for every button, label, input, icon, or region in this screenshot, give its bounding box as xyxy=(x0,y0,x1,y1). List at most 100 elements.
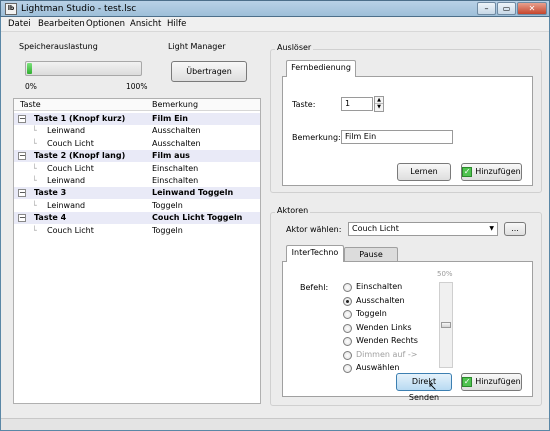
collapse-icon[interactable]: − xyxy=(18,189,26,198)
collapse-icon[interactable]: − xyxy=(18,115,26,123)
tree-cell-bemerkung: Einschalten xyxy=(152,176,199,185)
memory-progress-fill xyxy=(27,63,32,74)
key-tree-list[interactable]: Taste Bemerkung − Taste 1 (Knopf kurz) Fil… xyxy=(13,98,261,404)
memory-progress-bar xyxy=(25,61,142,76)
tree-cell-bemerkung: Ausschalten xyxy=(152,126,201,136)
tree-row-child[interactable]: └ Couch Licht Toggeln xyxy=(14,225,260,237)
tab-fernbedienung[interactable]: Fernbedienung xyxy=(286,60,356,77)
collapse-icon[interactable]: − xyxy=(18,152,26,161)
tree-cell-bemerkung: Couch Licht Toggeln xyxy=(152,213,243,223)
menu-ansicht[interactable]: Ansicht xyxy=(130,18,161,30)
menu-bearbeiten[interactable]: Bearbeiten xyxy=(38,18,85,30)
direkt-senden-button[interactable]: Direkt Senden xyxy=(396,373,452,402)
befehl-label: Befehl: xyxy=(300,283,329,292)
checkmark-icon: ✓ xyxy=(462,376,473,387)
radio-icon[interactable] xyxy=(343,283,352,292)
menu-datei[interactable]: Datei xyxy=(8,18,31,30)
tree-cell-taste: Leinwand xyxy=(47,176,86,185)
tree-cell-taste: Leinwand xyxy=(47,126,86,136)
tree-row-child[interactable]: └ Couch Licht Ausschalten xyxy=(14,138,260,150)
menu-bar: Datei Bearbeiten Optionen Ansicht Hilfe xyxy=(1,17,549,32)
tree-cell-taste: Leinwand xyxy=(47,200,86,210)
tree-row-group[interactable]: − Taste 4 Couch Licht Toggeln xyxy=(14,212,260,225)
close-button[interactable]: ✕ xyxy=(517,2,547,15)
aktoren-hinzufugen-button[interactable]: ✓ Hinzufügen xyxy=(461,373,522,391)
spin-up-icon[interactable]: ▲ xyxy=(375,97,383,104)
menu-optionen[interactable]: Optionen xyxy=(86,18,125,30)
ausloser-hinzufugen-button[interactable]: ✓ Hinzufügen xyxy=(461,163,522,181)
maximize-button[interactable]: ▭ xyxy=(497,2,516,15)
menu-hilfe[interactable]: Hilfe xyxy=(167,18,186,30)
bemerkung-label: Bemerkung: xyxy=(292,133,341,142)
tree-cell-bemerkung: Toggeln xyxy=(152,225,183,235)
tab-pause[interactable]: Pause xyxy=(344,247,398,262)
befehl-option-label: Dimmen auf -> xyxy=(356,349,418,359)
dim-slider[interactable] xyxy=(439,282,453,368)
radio-icon xyxy=(343,350,352,360)
tree-connector-icon: └ xyxy=(32,138,37,148)
aktor-label: Aktor wählen: xyxy=(286,225,342,234)
radio-icon[interactable] xyxy=(343,310,352,319)
tree-cell-taste: Couch Licht xyxy=(47,163,94,173)
ausloser-hinzufugen-label: Hinzufügen xyxy=(475,167,521,176)
tree-connector-icon: └ xyxy=(32,126,37,136)
tree-cell-taste: Taste 2 (Knopf lang) xyxy=(34,151,126,161)
radio-icon[interactable] xyxy=(343,296,352,306)
ubertragen-button[interactable]: Übertragen xyxy=(171,61,247,82)
column-header-bemerkung[interactable]: Bemerkung xyxy=(152,99,198,111)
column-header-taste[interactable]: Taste xyxy=(20,99,41,111)
radio-icon[interactable] xyxy=(343,337,352,346)
befehl-option-label: Einschalten xyxy=(356,282,403,291)
taste-input[interactable]: 1 xyxy=(341,97,373,111)
minimize-button[interactable]: – xyxy=(477,2,496,15)
tree-cell-taste: Couch Licht xyxy=(47,138,94,148)
lernen-button[interactable]: Lernen xyxy=(397,163,451,181)
tree-row-group[interactable]: − Taste 2 (Knopf lang) Film aus xyxy=(14,150,260,163)
tree-connector-icon: └ xyxy=(32,176,37,185)
tree-row-child[interactable]: └ Leinwand Einschalten xyxy=(14,175,260,187)
tree-cell-taste: Taste 3 xyxy=(34,188,67,198)
tree-row-child[interactable]: └ Leinwand Toggeln xyxy=(14,200,260,212)
radio-icon[interactable] xyxy=(343,323,352,333)
aktoren-label: Aktoren xyxy=(275,206,311,216)
tab-intertechno[interactable]: InterTechno xyxy=(286,245,344,262)
tree-header: Taste Bemerkung xyxy=(14,99,260,111)
light-manager-label: Light Manager xyxy=(166,42,228,52)
tree-row-group[interactable]: − Taste 3 Leinwand Toggeln xyxy=(14,187,260,200)
collapse-icon[interactable]: − xyxy=(18,214,26,223)
tree-connector-icon: └ xyxy=(32,163,37,173)
status-bar xyxy=(1,418,549,430)
spin-down-icon[interactable]: ▼ xyxy=(375,104,383,111)
progress-min-label: 0% xyxy=(25,82,37,91)
taste-label: Taste: xyxy=(292,100,316,109)
dim-slider-thumb[interactable] xyxy=(441,322,451,328)
tree-cell-bemerkung: Leinwand Toggeln xyxy=(152,188,234,198)
aktor-more-button[interactable]: ... xyxy=(504,222,526,236)
tree-connector-icon: └ xyxy=(32,200,37,210)
befehl-option-label: Wenden Links xyxy=(356,322,412,332)
progress-max-label: 100% xyxy=(126,82,148,91)
tree-row-child[interactable]: └ Couch Licht Einschalten xyxy=(14,163,260,175)
tree-cell-bemerkung: Toggeln xyxy=(152,200,183,210)
befehl-option-label: Ausschalten xyxy=(356,295,405,305)
tree-row-child[interactable]: └ Leinwand Ausschalten xyxy=(14,125,260,137)
tree-cell-bemerkung: Film Ein xyxy=(152,114,188,123)
tree-cell-taste: Taste 4 xyxy=(34,213,67,223)
chevron-down-icon[interactable]: ▼ xyxy=(489,223,494,235)
app-icon: lb xyxy=(5,3,17,15)
ausloser-label: Auslöser xyxy=(275,43,314,53)
aktor-select[interactable]: Couch Licht ▼ xyxy=(348,222,498,236)
befehl-option-label: Toggeln xyxy=(356,309,387,318)
window-title: Lightman Studio - test.lsc xyxy=(21,4,137,14)
befehl-option-label: Wenden Rechts xyxy=(356,336,418,345)
speicher-label: Speicherauslastung xyxy=(17,42,100,52)
bemerkung-input[interactable]: Film Ein xyxy=(341,130,453,144)
tree-cell-bemerkung: Film aus xyxy=(152,151,190,161)
aktoren-hinzufugen-label: Hinzufügen xyxy=(475,377,521,386)
tree-row-group[interactable]: − Taste 1 (Knopf kurz) Film Ein xyxy=(14,113,260,125)
taste-spinner[interactable]: ▲ ▼ xyxy=(374,96,384,112)
tree-connector-icon: └ xyxy=(32,225,37,235)
radio-icon[interactable] xyxy=(343,364,352,373)
tree-cell-taste: Couch Licht xyxy=(47,225,94,235)
tree-cell-taste: Taste 1 (Knopf kurz) xyxy=(34,114,126,123)
